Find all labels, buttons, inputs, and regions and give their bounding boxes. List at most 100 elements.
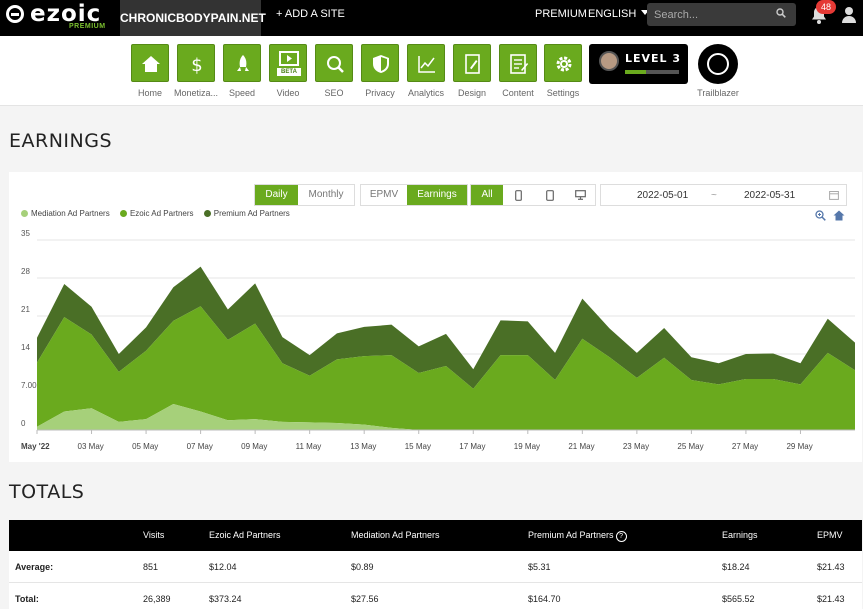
- col-header-earnings[interactable]: Earnings: [722, 520, 758, 551]
- x-tick-label: 05 May: [132, 442, 158, 451]
- daily-button[interactable]: Daily: [255, 185, 298, 205]
- col-header-visits[interactable]: Visits: [143, 520, 164, 551]
- cell-avg-epmv: $21.43: [817, 562, 845, 572]
- x-tick-label: 27 May: [732, 442, 758, 451]
- earnings-button[interactable]: Earnings: [407, 185, 467, 205]
- cell-total-ezoic: $373.24: [209, 594, 242, 604]
- legend-premium[interactable]: Premium Ad Partners: [203, 209, 290, 218]
- col-header-epmv[interactable]: EPMV: [817, 520, 843, 551]
- home-icon: [142, 56, 160, 72]
- table-header: Visits Ezoic Ad Partners Mediation Ad Pa…: [9, 520, 862, 551]
- notification-badge: 48: [816, 0, 836, 14]
- reset-home-icon[interactable]: [833, 210, 845, 221]
- language-label: ENGLISH: [588, 8, 637, 20]
- cell-total-earnings: $565.52: [722, 594, 755, 604]
- level-progress-bar: [625, 70, 679, 74]
- nav-privacy-tile[interactable]: [361, 44, 399, 82]
- search-box: [647, 3, 796, 26]
- legend-mediation[interactable]: Mediation Ad Partners: [21, 209, 110, 218]
- nav-home-tile[interactable]: [131, 44, 169, 82]
- nav-settings-tile[interactable]: [544, 44, 582, 82]
- x-tick-label: May '22: [21, 442, 50, 451]
- monthly-button[interactable]: Monthly: [298, 185, 354, 205]
- ezoic-logo-icon: [6, 5, 24, 23]
- legend-label: Mediation Ad Partners: [31, 209, 110, 218]
- nav-video-tile[interactable]: BETA: [269, 44, 307, 82]
- search-icon[interactable]: [776, 8, 786, 18]
- nav-analytics-tile[interactable]: [407, 44, 445, 82]
- legend-label: Premium Ad Partners: [213, 209, 290, 218]
- nav-monetization-tile[interactable]: $: [177, 44, 215, 82]
- legend-dot: [203, 210, 211, 217]
- app-nav-bar: Home $ Monetiza... Speed BETA Video SEO …: [0, 36, 863, 106]
- epmv-button[interactable]: EPMV: [361, 185, 407, 205]
- help-icon[interactable]: ?: [615, 531, 627, 542]
- nav-design-tile[interactable]: [453, 44, 491, 82]
- x-tick-label: 29 May: [786, 442, 812, 451]
- svg-text:$: $: [191, 55, 202, 74]
- y-tick-label: 14: [21, 343, 30, 352]
- mobile-icon[interactable]: [515, 190, 522, 201]
- dollar-icon: $: [191, 55, 202, 74]
- x-tick-label: 07 May: [187, 442, 213, 451]
- level-badge[interactable]: LEVEL 3: [589, 44, 688, 84]
- level-progress-fill: [625, 70, 646, 74]
- chart-legend: Mediation Ad Partners Ezoic Ad Partners …: [21, 209, 298, 218]
- cell-avg-earnings: $18.24: [722, 562, 750, 572]
- avatar: [599, 51, 619, 71]
- language-dropdown[interactable]: ENGLISH: [588, 0, 650, 36]
- legend-ezoic[interactable]: Ezoic Ad Partners: [119, 209, 194, 218]
- cell-avg-visits: 851: [143, 562, 159, 572]
- document-icon: [510, 54, 529, 74]
- rocket-icon: [237, 55, 249, 71]
- calendar-icon[interactable]: [829, 190, 839, 200]
- zoom-icon[interactable]: [815, 210, 826, 221]
- magnifier-icon: [327, 56, 344, 73]
- x-tick-label: 17 May: [459, 442, 485, 451]
- col-header-premium[interactable]: Premium Ad Partners?: [528, 520, 627, 551]
- x-tick-label: 19 May: [514, 442, 540, 451]
- beta-badge: BETA: [277, 68, 301, 76]
- date-start[interactable]: 2022-05-01: [637, 190, 688, 201]
- x-tick-label: 11 May: [296, 442, 322, 451]
- y-tick-label: 7.00: [21, 381, 37, 390]
- search-input[interactable]: [654, 6, 769, 23]
- earnings-title: EARNINGS: [9, 130, 113, 152]
- x-tick-label: 03 May: [78, 442, 104, 451]
- cell-total-epmv: $21.43: [817, 594, 845, 604]
- x-tick-label: 23 May: [623, 442, 649, 451]
- all-devices-button[interactable]: All: [471, 185, 503, 205]
- nav-settings-label[interactable]: Settings: [533, 88, 593, 98]
- shield-icon: [373, 55, 389, 73]
- row-label-total: Total:: [15, 594, 39, 604]
- y-tick-label: 21: [21, 305, 30, 314]
- col-header-ezoic[interactable]: Ezoic Ad Partners: [209, 520, 281, 551]
- add-site-link[interactable]: + ADD A SITE: [276, 0, 345, 36]
- cell-avg-mediation: $0.89: [351, 562, 374, 572]
- trailblazer-label[interactable]: Trailblazer: [688, 88, 748, 98]
- cell-total-mediation: $27.56: [351, 594, 379, 604]
- user-icon[interactable]: [841, 6, 857, 23]
- x-tick-label: 15 May: [405, 442, 431, 451]
- legend-dot: [119, 210, 127, 217]
- date-separator: ~: [711, 190, 717, 201]
- desktop-icon[interactable]: [575, 190, 586, 200]
- earnings-chart: 0 7.00 14 21 28 35 May '22 03 May 05 May 07 May 09…: [21, 230, 855, 451]
- device-toggle: All: [470, 184, 596, 206]
- nav-seo-tile[interactable]: [315, 44, 353, 82]
- video-icon: [279, 51, 299, 66]
- site-selector[interactable]: CHRONICBODYPAIN.NET: [120, 0, 266, 36]
- tablet-icon[interactable]: [546, 190, 554, 201]
- premium-link[interactable]: PREMIUM: [535, 0, 587, 36]
- trailblazer-icon: [707, 53, 729, 75]
- y-tick-label: 0: [21, 419, 26, 428]
- ezoic-logo[interactable]: ezoic PREMIUM: [6, 1, 106, 32]
- top-bar: ezoic PREMIUM CHRONICBODYPAIN.NET + ADD …: [0, 0, 863, 36]
- date-end[interactable]: 2022-05-31: [744, 190, 795, 201]
- nav-speed-tile[interactable]: [223, 44, 261, 82]
- trailblazer-badge[interactable]: [698, 44, 738, 84]
- nav-content-tile[interactable]: [499, 44, 537, 82]
- legend-label: Ezoic Ad Partners: [129, 209, 194, 218]
- col-header-mediation[interactable]: Mediation Ad Partners: [351, 520, 440, 551]
- date-range-picker[interactable]: 2022-05-01 ~ 2022-05-31: [600, 184, 847, 206]
